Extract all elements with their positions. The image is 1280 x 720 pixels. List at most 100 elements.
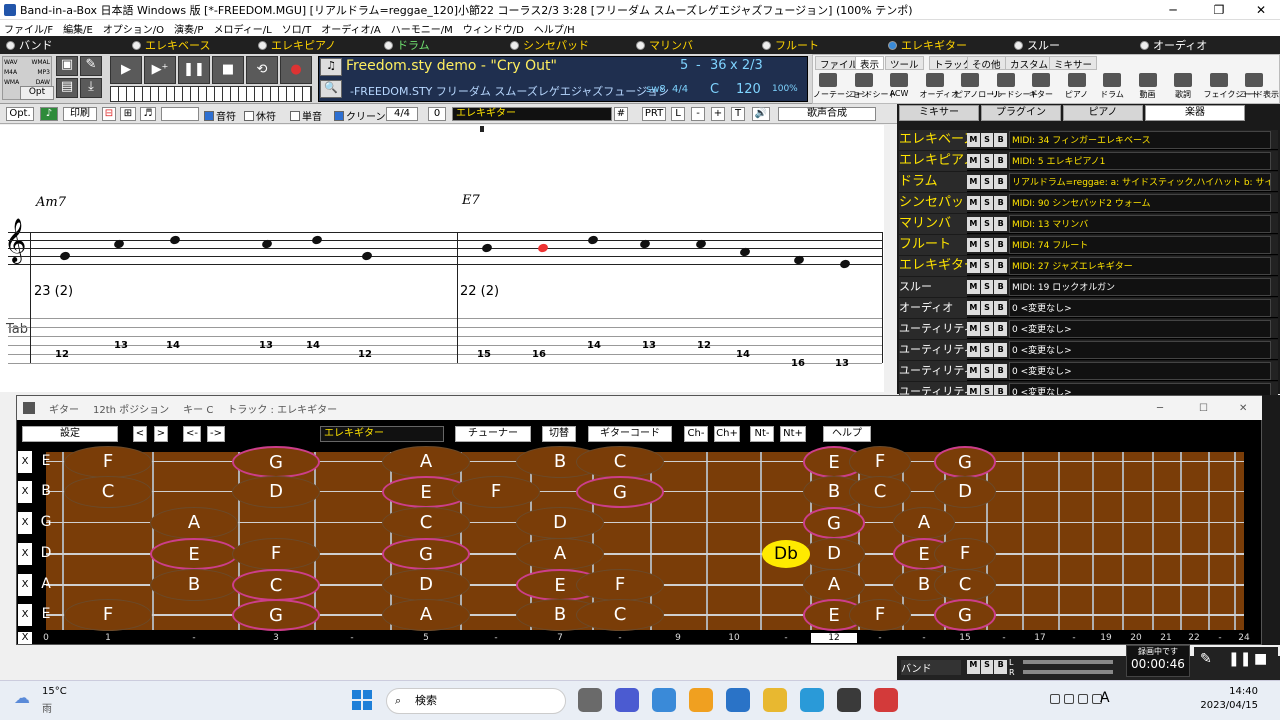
track-radio-4[interactable]: シンセパッド	[504, 37, 630, 53]
radio-dot[interactable]	[132, 40, 141, 50]
minimize-button[interactable]: ─	[1150, 0, 1196, 20]
biab-app-icon[interactable]	[874, 688, 898, 712]
radio-dot[interactable]	[762, 40, 771, 50]
ribbon-icon-2[interactable]: ACW	[884, 73, 914, 98]
msb-button[interactable]: M	[967, 175, 980, 189]
edge-icon[interactable]	[800, 688, 824, 712]
radio-dot[interactable]	[258, 40, 267, 50]
explorer-icon[interactable]	[763, 688, 787, 712]
guitar-btn-3[interactable]: <-	[183, 426, 201, 442]
t-button[interactable]: T	[731, 107, 745, 121]
msb-button[interactable]: M	[967, 259, 980, 273]
fret-note[interactable]: F	[849, 599, 911, 631]
fret-note[interactable]: F	[64, 446, 152, 478]
guitar-btn2-3[interactable]: Ch-	[684, 426, 708, 442]
mixer-track-name[interactable]: ドラム	[899, 172, 967, 192]
checkbox-notes[interactable]: 音符	[204, 108, 236, 123]
start-icon[interactable]	[352, 690, 372, 710]
fret-note[interactable]: E	[150, 538, 238, 570]
mixer-track-name[interactable]: フルート	[899, 235, 967, 255]
keyboard-strip[interactable]	[110, 86, 312, 102]
play-button[interactable]: ▶	[110, 56, 142, 84]
fret-note[interactable]: F	[452, 476, 540, 508]
ribbon-icon-3[interactable]: オーディオ	[920, 73, 959, 100]
radio-dot[interactable]	[1140, 40, 1149, 50]
tab-number[interactable]: 13	[114, 340, 128, 351]
mixer-tab-2[interactable]: ピアノ	[1063, 105, 1143, 121]
fret-note[interactable]: F	[64, 599, 152, 631]
msb-button[interactable]: S	[980, 301, 994, 315]
clock-date[interactable]: 2023/04/15	[1190, 700, 1258, 711]
guitar-maximize-button[interactable]: ☐	[1199, 403, 1208, 414]
stop-button[interactable]: ■	[212, 56, 244, 84]
active-note[interactable]: Db	[762, 540, 810, 568]
pan-slider[interactable]	[1023, 670, 1113, 674]
ribbon-icon-11[interactable]: フェイクシート	[1204, 73, 1259, 100]
maximize-button[interactable]: ❐	[1196, 0, 1242, 20]
msb-button[interactable]: B	[994, 280, 1008, 294]
menu-item-5[interactable]: ソロ/T	[282, 21, 311, 36]
fret-note[interactable]: C	[576, 599, 664, 631]
mute-solo-buttons[interactable]: MSB	[967, 154, 1008, 168]
menu-item-6[interactable]: オーディオ/A	[321, 21, 381, 36]
mute-solo-buttons[interactable]: MSB	[967, 196, 1008, 210]
biab-icon[interactable]	[837, 688, 861, 712]
instrument-select[interactable]: MIDI: 34 フィンガーエレキベース	[1009, 131, 1271, 149]
fret-note[interactable]: C	[382, 507, 470, 539]
record-button[interactable]: ●	[280, 56, 312, 84]
clock-time[interactable]: 14:40	[1218, 686, 1258, 697]
mp3-label[interactable]: MP3	[37, 68, 50, 78]
fret-note[interactable]: B	[150, 569, 238, 601]
mixer-tab-3[interactable]: 楽器	[1145, 105, 1245, 121]
blank-field[interactable]	[161, 107, 199, 121]
msb-button[interactable]: B	[994, 238, 1008, 252]
tab-number[interactable]: 13	[259, 340, 273, 351]
msb-button[interactable]: B	[994, 154, 1008, 168]
ribbon-icon-10[interactable]: 歌詞	[1168, 73, 1198, 100]
mixer-track-name[interactable]: オーディオ	[899, 298, 967, 318]
fret-note[interactable]: F	[934, 538, 996, 570]
ribbon-icon-7[interactable]: ピアノ	[1062, 73, 1092, 100]
guitar-btn2-5[interactable]: Nt-	[750, 426, 774, 442]
ribbon-tab-1[interactable]: 表示	[855, 56, 885, 71]
store-icon[interactable]	[652, 688, 676, 712]
fret-note[interactable]: A	[803, 569, 865, 601]
track-radio-5[interactable]: マリンバ	[630, 37, 756, 53]
l-button[interactable]: L	[671, 107, 685, 121]
wma-label[interactable]: WMA	[4, 79, 19, 86]
wmal-label[interactable]: WMAL	[31, 58, 50, 68]
ribbon-icon-1[interactable]: コードシート	[849, 73, 897, 100]
mute-string-button[interactable]: X	[18, 481, 32, 503]
tab-number[interactable]: 12	[358, 349, 372, 360]
msb-button[interactable]: S	[980, 196, 994, 210]
tab-number[interactable]: 12	[55, 349, 69, 360]
ribbon-icon-4[interactable]: ピアノロール	[955, 73, 1002, 100]
fret-note[interactable]: C	[64, 476, 152, 508]
msb-button[interactable]: B	[994, 175, 1008, 189]
msb-button[interactable]: S	[980, 175, 994, 189]
sharp-button[interactable]: #	[614, 107, 628, 121]
fret-note[interactable]: D	[516, 507, 604, 539]
save-icon[interactable]: ▣	[56, 56, 78, 76]
track-radio-0[interactable]: バンド	[0, 37, 126, 53]
mixer-track-name[interactable]: エレキベース	[899, 130, 967, 150]
band-msb[interactable]: MSB	[967, 660, 1008, 674]
mute-solo-buttons[interactable]: MSB	[967, 133, 1008, 147]
m4a-label[interactable]: M4A	[4, 69, 17, 76]
msb-button[interactable]: B	[994, 301, 1008, 315]
guitar-btn2-7[interactable]: ヘルプ	[823, 426, 871, 442]
msb-button[interactable]: B	[994, 343, 1008, 357]
song-title[interactable]: Freedom.sty demo - "Cry Out"	[346, 58, 557, 74]
instrument-select[interactable]: 0 <変更なし>	[1009, 299, 1271, 317]
mute-solo-buttons[interactable]: MSB	[967, 175, 1008, 189]
mute-solo-buttons[interactable]: MSB	[967, 322, 1008, 336]
fret-note[interactable]: G	[232, 599, 320, 631]
fret-note[interactable]: D	[803, 538, 865, 570]
menu-item-2[interactable]: オプション/O	[103, 21, 164, 36]
msb-button[interactable]: S	[980, 217, 994, 231]
msb-button[interactable]: S	[980, 238, 994, 252]
fret-note[interactable]: C	[934, 569, 996, 601]
tab-number[interactable]: 12	[697, 340, 711, 351]
ribbon-icon-9[interactable]: 動画	[1133, 73, 1163, 100]
checkbox-clean[interactable]: クリーン	[334, 108, 386, 123]
